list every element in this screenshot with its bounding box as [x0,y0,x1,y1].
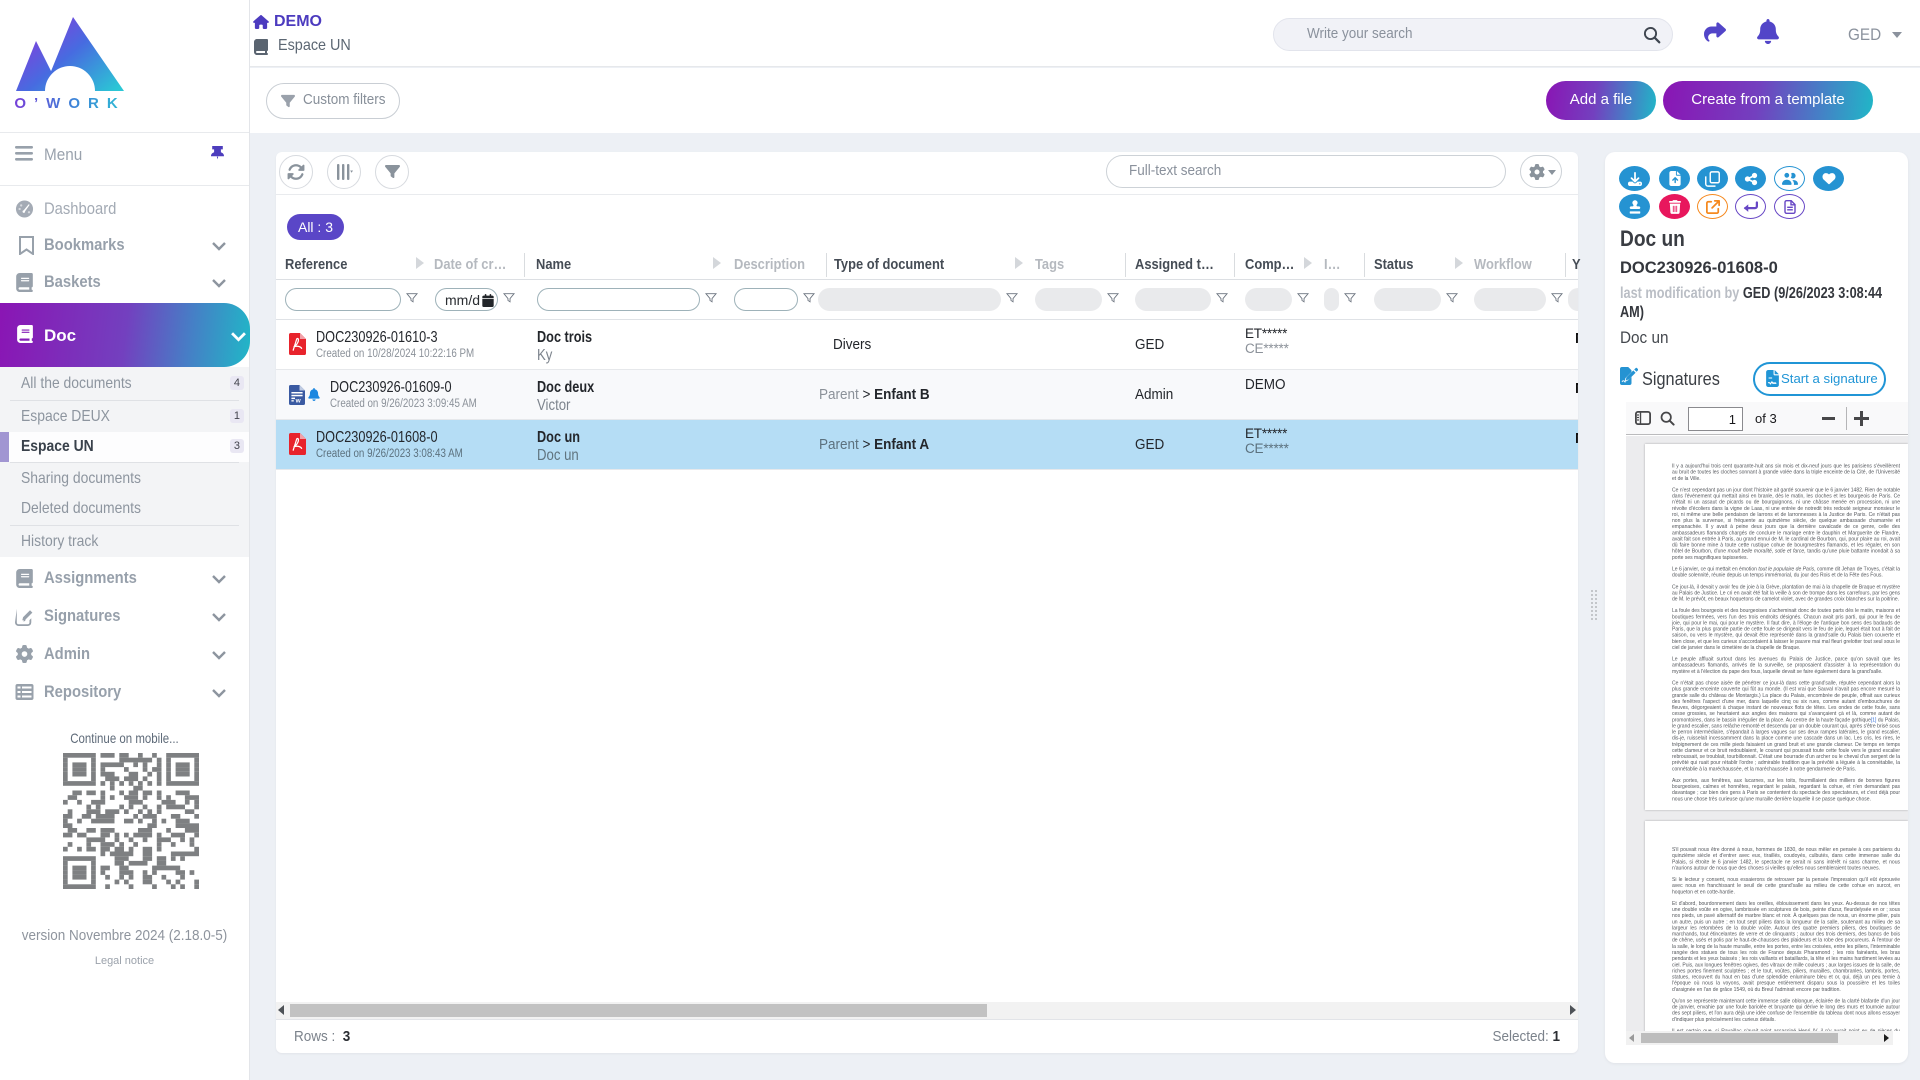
svg-text:w: w [295,398,302,405]
